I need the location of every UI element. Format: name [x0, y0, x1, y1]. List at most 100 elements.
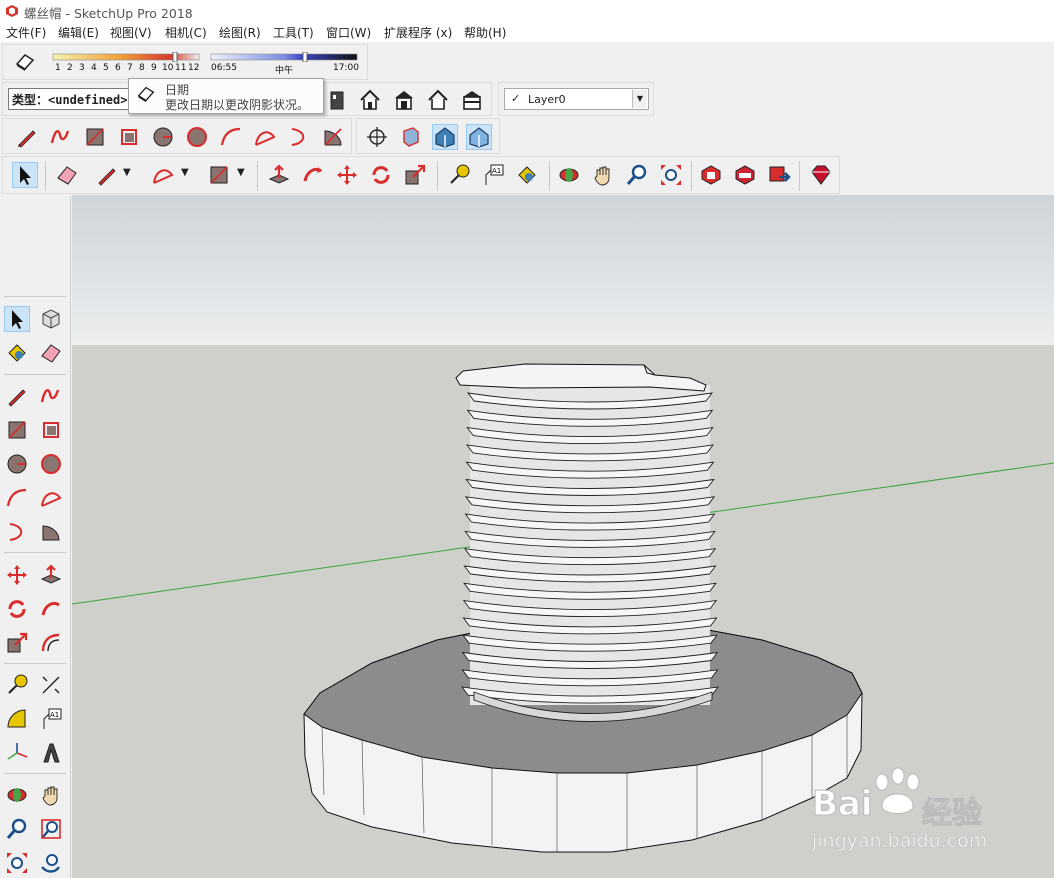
paint-bucket-button[interactable] — [515, 163, 539, 187]
time-slider[interactable] — [209, 51, 359, 63]
rotated-rectangle-icon — [121, 129, 137, 145]
cube-edges-icon — [403, 127, 419, 147]
menu-window[interactable]: 窗口(W) — [326, 24, 371, 41]
line-tool-button[interactable] — [95, 163, 119, 187]
polygon-tool-button[interactable] — [39, 452, 63, 476]
zoom-extents-button[interactable] — [659, 163, 683, 187]
2pt-arc-button[interactable] — [39, 486, 63, 510]
select-tool-button[interactable] — [12, 162, 38, 188]
make-component-button[interactable] — [39, 307, 63, 331]
paint-bucket-button[interactable] — [5, 341, 29, 365]
arc-tool-button[interactable] — [151, 163, 175, 187]
rotated-rectangle-button[interactable] — [39, 418, 63, 442]
text-tool-button[interactable]: A1 — [39, 707, 63, 731]
pie-tool-button[interactable] — [321, 125, 345, 149]
scale-tool-button[interactable] — [403, 163, 427, 187]
3pt-arc-button[interactable] — [287, 125, 311, 149]
freehand-icon — [50, 130, 70, 144]
zoom-extents-button[interactable] — [5, 851, 29, 875]
3d-text-button[interactable] — [39, 741, 63, 765]
back-edges-button[interactable] — [399, 125, 423, 149]
share-component-button[interactable] — [767, 163, 791, 187]
right-view-button[interactable] — [426, 88, 450, 112]
extension-warehouse-button[interactable] — [809, 163, 833, 187]
month-slider[interactable] — [51, 51, 201, 63]
tape-measure-button[interactable] — [447, 163, 471, 187]
pan-tool-button[interactable] — [591, 163, 615, 187]
2pt-arc-button[interactable] — [253, 125, 277, 149]
menu-draw[interactable]: 绘图(R) — [219, 24, 261, 41]
shaded-button[interactable] — [432, 124, 458, 150]
freehand-tool-button[interactable] — [39, 384, 63, 408]
pan-tool-button[interactable] — [39, 783, 63, 807]
pencil-icon — [98, 168, 116, 186]
eraser-tool-button[interactable] — [39, 341, 63, 365]
3pt-arc-icon — [291, 128, 305, 146]
follow-me-button[interactable] — [301, 163, 325, 187]
menu-edit[interactable]: 编辑(E) — [58, 24, 99, 41]
rotated-rectangle-button[interactable] — [117, 125, 141, 149]
menu-file[interactable]: 文件(F) — [6, 24, 46, 41]
zoom-tool-button[interactable] — [625, 163, 649, 187]
pie-icon — [42, 525, 60, 541]
orbit-tool-button[interactable] — [557, 163, 581, 187]
zoom-tool-button[interactable] — [5, 817, 29, 841]
pie-tool-button[interactable] — [39, 520, 63, 544]
arc-tool-button[interactable] — [5, 486, 29, 510]
chevron-down-icon[interactable]: ▼ — [632, 90, 647, 108]
protractor-button[interactable] — [5, 707, 29, 731]
front-view-button[interactable] — [325, 88, 349, 112]
polygon-tool-button[interactable] — [185, 125, 209, 149]
zoom-window-button[interactable] — [39, 817, 63, 841]
rectangle-tool-button[interactable] — [207, 163, 231, 187]
xray-button[interactable] — [365, 125, 389, 149]
select-tool-button[interactable] — [4, 306, 30, 332]
move-tool-button[interactable] — [335, 163, 359, 187]
rectangle-tool-button[interactable] — [83, 125, 107, 149]
chevron-down-icon[interactable]: ▼ — [181, 167, 189, 178]
menu-tools[interactable]: 工具(T) — [273, 24, 314, 41]
layer-select[interactable]: ✓ Layer0 ▼ — [504, 88, 649, 110]
rotate-tool-button[interactable] — [5, 597, 29, 621]
share-model-button[interactable] — [733, 163, 757, 187]
line-tool-button[interactable] — [5, 384, 29, 408]
line-tool-button[interactable] — [15, 125, 39, 149]
offset-tool-button[interactable] — [39, 631, 63, 655]
chevron-down-icon[interactable]: ▼ — [237, 167, 245, 178]
orbit-tool-button[interactable] — [5, 783, 29, 807]
shaded-textures-button[interactable] — [466, 124, 492, 150]
menu-help[interactable]: 帮助(H) — [464, 24, 506, 41]
previous-view-button[interactable] — [39, 851, 63, 875]
rotate-tool-button[interactable] — [369, 163, 393, 187]
dimension-tool-button[interactable] — [39, 673, 63, 697]
text-tool-button[interactable]: A1 — [481, 163, 505, 187]
left-view-button[interactable] — [460, 88, 484, 112]
move-tool-button[interactable] — [5, 563, 29, 587]
menu-extensions[interactable]: 扩展程序 (x) — [384, 24, 452, 41]
back-view-button[interactable] — [392, 88, 416, 112]
time-noon-label: 中午 — [275, 66, 294, 76]
circle-tool-button[interactable] — [151, 125, 175, 149]
freehand-tool-button[interactable] — [49, 125, 73, 149]
3pt-arc-button[interactable] — [5, 520, 29, 544]
menu-view[interactable]: 视图(V) — [110, 24, 152, 41]
move-arrows-icon — [7, 565, 27, 585]
dimension-icon — [42, 676, 60, 694]
chevron-down-icon[interactable]: ▼ — [123, 167, 131, 178]
menu-camera[interactable]: 相机(C) — [165, 24, 207, 41]
scale-tool-button[interactable] — [5, 631, 29, 655]
3d-warehouse-button[interactable] — [699, 163, 723, 187]
tape-measure-button[interactable] — [5, 673, 29, 697]
circle-tool-button[interactable] — [5, 452, 29, 476]
textured-house-icon — [469, 127, 489, 148]
arc-tool-button[interactable] — [219, 125, 243, 149]
rotate-icon — [372, 166, 390, 184]
axes-tool-button[interactable] — [5, 741, 29, 765]
push-pull-button[interactable] — [267, 163, 291, 187]
shadow-toggle-button[interactable] — [13, 50, 37, 74]
rectangle-tool-button[interactable] — [5, 418, 29, 442]
push-pull-button[interactable] — [39, 563, 63, 587]
follow-me-button[interactable] — [39, 597, 63, 621]
home-view-button[interactable] — [358, 88, 382, 112]
eraser-tool-button[interactable] — [55, 163, 79, 187]
